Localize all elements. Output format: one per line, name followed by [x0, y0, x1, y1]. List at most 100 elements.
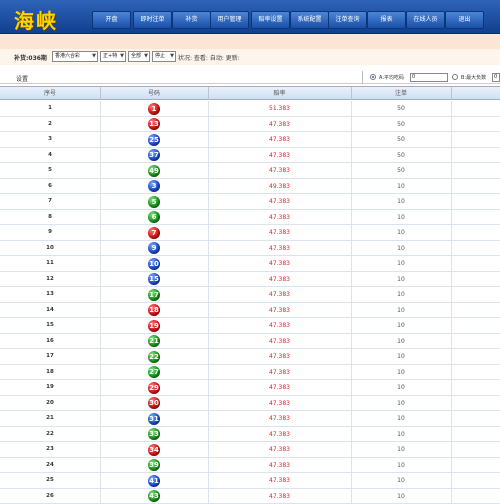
play-type-select[interactable]: 正+特▼: [100, 51, 126, 62]
column-divider: [451, 256, 452, 272]
nav-button[interactable]: 注单查询: [328, 11, 367, 29]
column-divider: [451, 334, 452, 350]
table-row: 7547.38310: [0, 194, 500, 210]
column-divider: [451, 225, 452, 241]
nav-button[interactable]: 报表: [367, 11, 406, 29]
row-index: 14: [0, 303, 100, 318]
row-index: 26: [0, 489, 100, 504]
amount-value: 10: [351, 241, 451, 256]
row-index: 8: [0, 210, 100, 225]
period-label: 补货:036期: [14, 53, 47, 62]
lottery-select[interactable]: 香港六合彩▼: [52, 51, 98, 62]
odds-value: 47.383: [208, 148, 351, 163]
odds-value: 47.383: [208, 256, 351, 271]
nav-button[interactable]: 即时注单: [133, 11, 172, 29]
odds-value: 47.383: [208, 458, 351, 473]
row-index: 16: [0, 334, 100, 349]
ball-cell: 15: [100, 272, 208, 287]
ball-cell: 21: [100, 334, 208, 349]
chevron-down-icon: ▼: [144, 52, 148, 61]
odds-value: 47.383: [208, 287, 351, 302]
number-ball: 22: [148, 351, 160, 363]
nav-button[interactable]: 补货: [172, 11, 211, 29]
table-row: 141847.38310: [0, 303, 500, 319]
amount-value: 10: [351, 458, 451, 473]
odds-value: 47.383: [208, 241, 351, 256]
row-index: 7: [0, 194, 100, 209]
column-divider: [451, 349, 452, 365]
column-divider: [451, 411, 452, 427]
range-select[interactable]: 全部▼: [128, 51, 150, 62]
nav-button[interactable]: 用户管理: [210, 11, 249, 29]
row-index: 11: [0, 256, 100, 271]
number-ball: 43: [148, 490, 160, 502]
amount-value: 50: [351, 148, 451, 163]
option-b-input[interactable]: 0: [492, 73, 500, 82]
option-b-label: B:最大负数: [461, 74, 486, 81]
ball-cell: 7: [100, 225, 208, 240]
number-ball: 27: [148, 366, 160, 378]
nav-button[interactable]: 退出: [445, 11, 484, 29]
column-divider: [451, 132, 452, 148]
amount-value: 50: [351, 163, 451, 178]
number-ball: 9: [148, 242, 160, 254]
table-row: 131747.38310: [0, 287, 500, 303]
status-select[interactable]: 停止▼: [152, 51, 176, 62]
column-divider: [451, 163, 452, 179]
nav-button[interactable]: 开盘: [92, 11, 131, 29]
row-index: 6: [0, 179, 100, 194]
number-ball: 15: [148, 273, 160, 285]
table-row: 233447.38310: [0, 442, 500, 458]
chevron-down-icon: ▼: [170, 52, 174, 61]
row-index: 24: [0, 458, 100, 473]
ball-cell: 37: [100, 148, 208, 163]
option-a-radio[interactable]: [370, 74, 376, 80]
table-row: 54947.38350: [0, 163, 500, 179]
odds-value: 49.383: [208, 179, 351, 194]
table-row: 32547.38350: [0, 132, 500, 148]
column-divider: [451, 473, 452, 489]
column-divider: [451, 380, 452, 396]
odds-value: 47.383: [208, 442, 351, 457]
odds-value: 47.383: [208, 365, 351, 380]
amount-value: 50: [351, 101, 451, 116]
row-index: 15: [0, 318, 100, 333]
column-divider: [451, 148, 452, 164]
row-index: 21: [0, 411, 100, 426]
number-ball: 1: [148, 103, 160, 115]
option-a-input[interactable]: 0: [410, 73, 448, 82]
odds-value: 51.383: [208, 101, 351, 116]
column-divider: [451, 101, 452, 117]
nav-button[interactable]: 赔率设置: [251, 11, 290, 29]
row-index: 22: [0, 427, 100, 442]
column-divider: [451, 241, 452, 257]
odds-value: 47.383: [208, 411, 351, 426]
number-ball: 19: [148, 320, 160, 332]
column-divider: [451, 489, 452, 504]
option-b-radio[interactable]: [452, 74, 458, 80]
row-index: 3: [0, 132, 100, 147]
column-divider: [451, 272, 452, 288]
ball-cell: 41: [100, 473, 208, 488]
number-ball: 5: [148, 196, 160, 208]
table-row: 151947.38310: [0, 318, 500, 334]
column-divider: [451, 365, 452, 381]
nav-button[interactable]: 系统配置: [290, 11, 329, 29]
filter-bar: 补货:036期 香港六合彩▼ 正+特▼ 全部▼ 停止▼ 状况: 查看: 自动: …: [0, 49, 500, 65]
ball-cell: 30: [100, 396, 208, 411]
top-bar: 海峡 开盘即时注单补货用户管理赔率设置系统配置注单查询报表在线人员退出: [0, 0, 500, 34]
table-row: 213147.38310: [0, 411, 500, 427]
nav-button[interactable]: 在线人员: [406, 11, 445, 29]
row-index: 18: [0, 365, 100, 380]
ball-cell: 34: [100, 442, 208, 457]
number-ball: 18: [148, 304, 160, 316]
ball-cell: 22: [100, 349, 208, 364]
ball-cell: 29: [100, 380, 208, 395]
number-ball: 33: [148, 428, 160, 440]
column-divider: [451, 318, 452, 334]
row-index: 19: [0, 380, 100, 395]
number-ball: 34: [148, 444, 160, 456]
number-ball: 29: [148, 382, 160, 394]
table-row: 9747.38310: [0, 225, 500, 241]
odds-value: 47.383: [208, 210, 351, 225]
